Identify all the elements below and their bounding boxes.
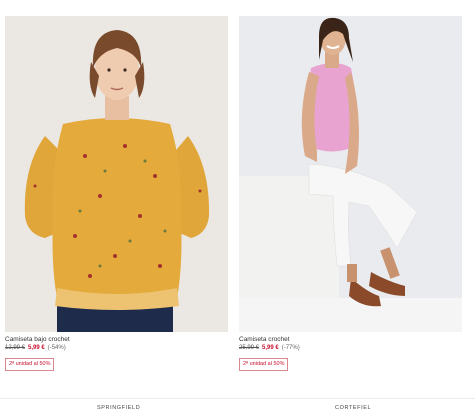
product-name[interactable]: Camiseta crochet xyxy=(239,336,462,344)
brand-label[interactable]: CORTEFIEL xyxy=(335,405,371,411)
product-name[interactable]: Camiseta bajo crochet xyxy=(5,336,228,344)
footer-divider xyxy=(0,398,475,399)
product-card[interactable]: Camiseta bajo crochet 12,99 € 5,99 € (-5… xyxy=(5,16,228,371)
sale-price: 5,99 € xyxy=(262,345,279,351)
promo-badge: 2ª unidad al 50% xyxy=(5,358,55,371)
price-row: 25,99 € 5,99 € (-77%) xyxy=(239,344,462,352)
product-grid: Camiseta bajo crochet 12,99 € 5,99 € (-5… xyxy=(5,16,470,376)
product-image[interactable] xyxy=(239,16,462,332)
discount-percent: (-77%) xyxy=(281,345,300,351)
promo-badge: 2ª unidad al 50% xyxy=(239,358,289,371)
product-card[interactable]: Camiseta crochet 25,99 € 5,99 € (-77%) 2… xyxy=(239,16,462,371)
product-photo xyxy=(5,16,228,332)
brand-label[interactable]: SPRINGFIELD xyxy=(97,405,140,411)
product-photo xyxy=(239,16,462,332)
price-row: 12,99 € 5,99 € (-54%) xyxy=(5,344,228,352)
old-price: 25,99 € xyxy=(239,345,260,351)
discount-percent: (-54%) xyxy=(47,345,66,351)
old-price: 12,99 € xyxy=(5,345,26,351)
product-image[interactable] xyxy=(5,16,228,332)
sale-price: 5,99 € xyxy=(28,345,45,351)
